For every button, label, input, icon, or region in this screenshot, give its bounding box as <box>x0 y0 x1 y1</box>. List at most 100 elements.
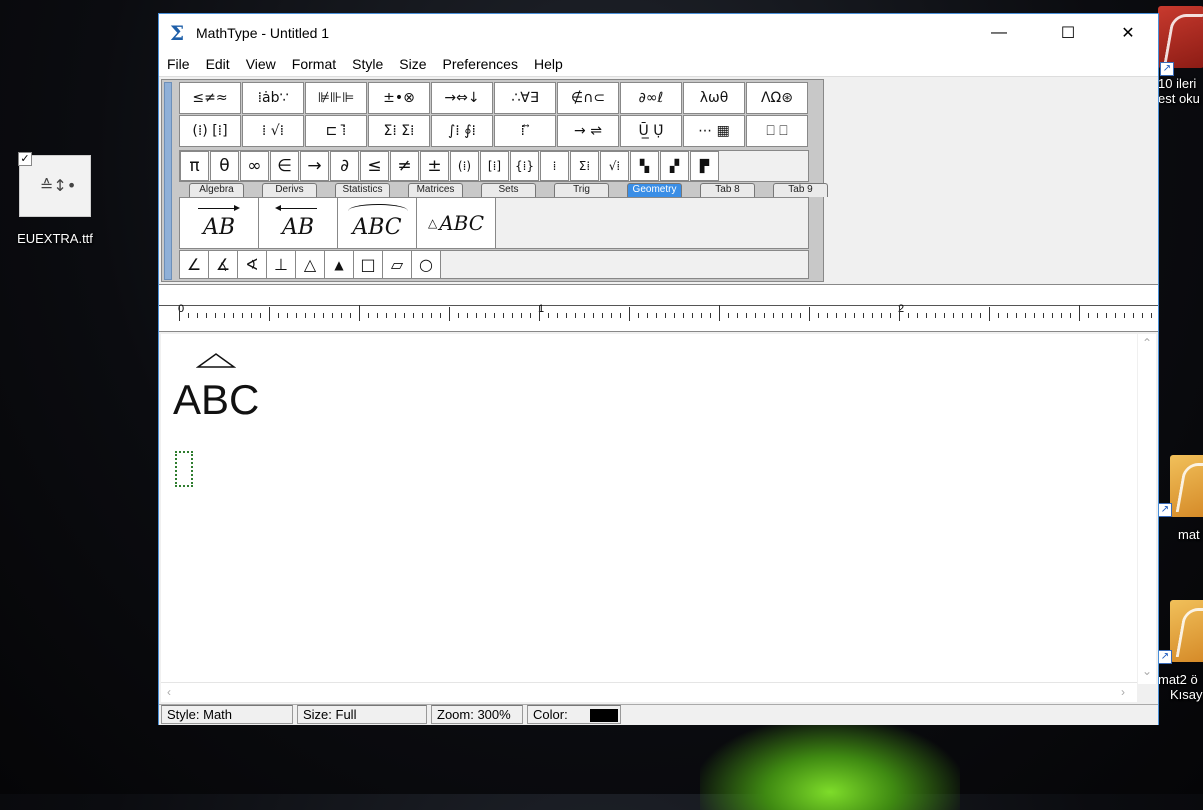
symbol-fraction-button[interactable]: ⁞ <box>540 151 569 181</box>
menu-help[interactable]: Help <box>526 56 571 72</box>
symbol-leq-button[interactable]: ≤ <box>360 151 389 181</box>
status-zoom: Zoom: 300% <box>431 705 523 724</box>
vector-right-template-button[interactable]: AB <box>180 198 259 248</box>
palette-operators-button[interactable]: ±•⊗ <box>368 82 430 114</box>
palette-sums-button[interactable]: Σ⁞ Σ⁞ <box>368 115 430 147</box>
angle-button[interactable]: ∠ <box>180 251 209 278</box>
menu-preferences[interactable]: Preferences <box>434 56 525 72</box>
menu-edit[interactable]: Edit <box>198 56 238 72</box>
symbol-brackets-button[interactable]: [⁞] <box>480 151 509 181</box>
palette-misc-button[interactable]: ∂∞ℓ <box>620 82 682 114</box>
spherical-angle-button[interactable]: ∢ <box>238 251 267 278</box>
symbol-neq-button[interactable]: ≠ <box>390 151 419 181</box>
ruler-tick <box>296 313 297 318</box>
checkbox-icon[interactable]: ✓ <box>18 152 32 166</box>
palette-embellishments-button[interactable]: ⊯⊪⊫ <box>305 82 367 114</box>
tab-9[interactable]: Tab 9 <box>773 183 828 197</box>
palette-products-button[interactable]: Ū̲ Ụ̇ <box>620 115 682 147</box>
palette-scripts-button[interactable]: ⊏ ⁞̄ <box>305 115 367 147</box>
symbol-pi-button[interactable]: π <box>180 151 209 181</box>
palette-greek-lower-button[interactable]: λωθ <box>683 82 745 114</box>
symbol-sqrt-button[interactable]: √⁞ <box>600 151 629 181</box>
symbol-braces-button[interactable]: {⁞} <box>510 151 539 181</box>
palette-labeled-arrows-button[interactable]: → ⇌ <box>557 115 619 147</box>
vector-left-template-button[interactable]: AB <box>259 198 338 248</box>
scroll-right-icon[interactable]: › <box>1121 685 1125 699</box>
palette-boxes-button[interactable]: ⎕ ⎕ <box>746 115 808 147</box>
symbol-parens-button[interactable]: (⁞) <box>450 151 479 181</box>
menu-style[interactable]: Style <box>344 56 391 72</box>
minimize-button[interactable]: — <box>976 14 1022 52</box>
ruler-tick <box>215 313 216 318</box>
ruler-line <box>159 305 1158 306</box>
tab-algebra[interactable]: Algebra <box>189 183 244 197</box>
menu-view[interactable]: View <box>238 56 284 72</box>
equation-editor[interactable]: ABC <box>161 334 1137 684</box>
square-button[interactable]: □ <box>354 251 383 278</box>
status-size: Size: Full <box>297 705 427 724</box>
triangle-template-button[interactable]: △ ABC <box>417 198 496 248</box>
triangle-button[interactable]: △ <box>296 251 325 278</box>
palette-fractions-button[interactable]: ⁞ √⁞ <box>242 115 304 147</box>
symbol-infinity-button[interactable]: ∞ <box>240 151 269 181</box>
ruler[interactable]: 0 1 2 <box>159 284 1158 332</box>
title-bar[interactable]: Σ MathType - Untitled 1 — ☐ ✕ <box>159 14 1158 52</box>
palette-greek-upper-button[interactable]: ΛΩ⊛ <box>746 82 808 114</box>
close-button[interactable]: ✕ <box>1105 14 1151 52</box>
palette-spaces-button[interactable]: ⁞ȧb∵ <box>242 82 304 114</box>
tab-derivs[interactable]: Derivs <box>262 183 317 197</box>
symbol-theta-button[interactable]: θ <box>210 151 239 181</box>
symbol-superscript-button[interactable]: ▚ <box>630 151 659 181</box>
desktop-shortcut-1[interactable]: ↗ 10 ileri est oku <box>1158 6 1203 106</box>
symbol-sum-button[interactable]: Σ⁞ <box>570 151 599 181</box>
arc-template-button[interactable]: ABC <box>338 198 417 248</box>
template-text: AB <box>202 214 236 240</box>
palette-integrals-button[interactable]: ∫⁞ ∮⁞ <box>431 115 493 147</box>
symbol-partial-button[interactable]: ∂ <box>330 151 359 181</box>
scroll-down-icon[interactable]: ⌄ <box>1142 664 1152 678</box>
ruler-tick <box>1133 313 1134 318</box>
palette-bars-button[interactable]: ⁞ ⃡ <box>494 115 556 147</box>
vertical-scrollbar[interactable]: ⌃ ⌄ <box>1138 334 1156 684</box>
symbol-element-button[interactable]: ∈ <box>270 151 299 181</box>
perpendicular-button[interactable]: ⊥ <box>267 251 296 278</box>
tab-matrices[interactable]: Matrices <box>408 183 463 197</box>
palette-arrows-button[interactable]: →⇔↓ <box>431 82 493 114</box>
maximize-button[interactable]: ☐ <box>1045 14 1091 52</box>
palette-sets-button[interactable]: ∉∩⊂ <box>557 82 619 114</box>
tab-statistics[interactable]: Statistics <box>335 183 390 197</box>
palette-matrices-button[interactable]: ⋯ ▦ <box>683 115 745 147</box>
menu-size[interactable]: Size <box>391 56 434 72</box>
status-bar: Style: Math Size: Full Zoom: 300% Color: <box>159 704 1158 725</box>
symbol-subscript-button[interactable]: ▞ <box>660 151 689 181</box>
symbol-arrow-button[interactable]: → <box>300 151 329 181</box>
desktop-file-euextra[interactable]: ✓ ≙↕• EUEXTRA.ttf <box>10 152 100 246</box>
ruler-tick <box>305 313 306 318</box>
tab-geometry[interactable]: Geometry <box>627 183 682 197</box>
parallelogram-button[interactable]: ▱ <box>383 251 412 278</box>
ruler-tick <box>1043 313 1044 318</box>
filled-triangle-button[interactable]: ▲ <box>325 251 354 278</box>
ruler-tick <box>935 313 936 318</box>
symbol-presubscript-button[interactable]: ▛ <box>690 151 719 181</box>
desktop-shortcut-3[interactable]: ↗ mat2 ö Kısay <box>1158 600 1203 702</box>
toolbar-area: ≤≠≈ ⁞ȧb∵ ⊯⊪⊫ ±•⊗ →⇔↓ ∴∀∃ ∉∩⊂ ∂∞ℓ λωθ ΛΩ⊛… <box>159 76 1158 308</box>
circle-button[interactable]: ○ <box>412 251 441 278</box>
measured-angle-button[interactable]: ∡ <box>209 251 238 278</box>
desktop-shortcut-2[interactable]: ↗ mat <box>1158 455 1203 542</box>
menu-format[interactable]: Format <box>284 56 344 72</box>
tab-trig[interactable]: Trig <box>554 183 609 197</box>
tab-sets[interactable]: Sets <box>481 183 536 197</box>
toolbar-grip[interactable] <box>164 82 172 280</box>
tab-8[interactable]: Tab 8 <box>700 183 755 197</box>
palette-logic-button[interactable]: ∴∀∃ <box>494 82 556 114</box>
horizontal-scrollbar[interactable]: ‹ › <box>161 682 1137 702</box>
scroll-up-icon[interactable]: ⌃ <box>1142 336 1152 350</box>
scroll-left-icon[interactable]: ‹ <box>167 685 171 699</box>
palette-relations-button[interactable]: ≤≠≈ <box>179 82 241 114</box>
insertion-slot[interactable] <box>175 451 193 487</box>
palette-fences-button[interactable]: (⁞) [⁞] <box>179 115 241 147</box>
ruler-tick <box>1079 305 1080 321</box>
symbol-plusminus-button[interactable]: ± <box>420 151 449 181</box>
menu-file[interactable]: File <box>159 56 198 72</box>
